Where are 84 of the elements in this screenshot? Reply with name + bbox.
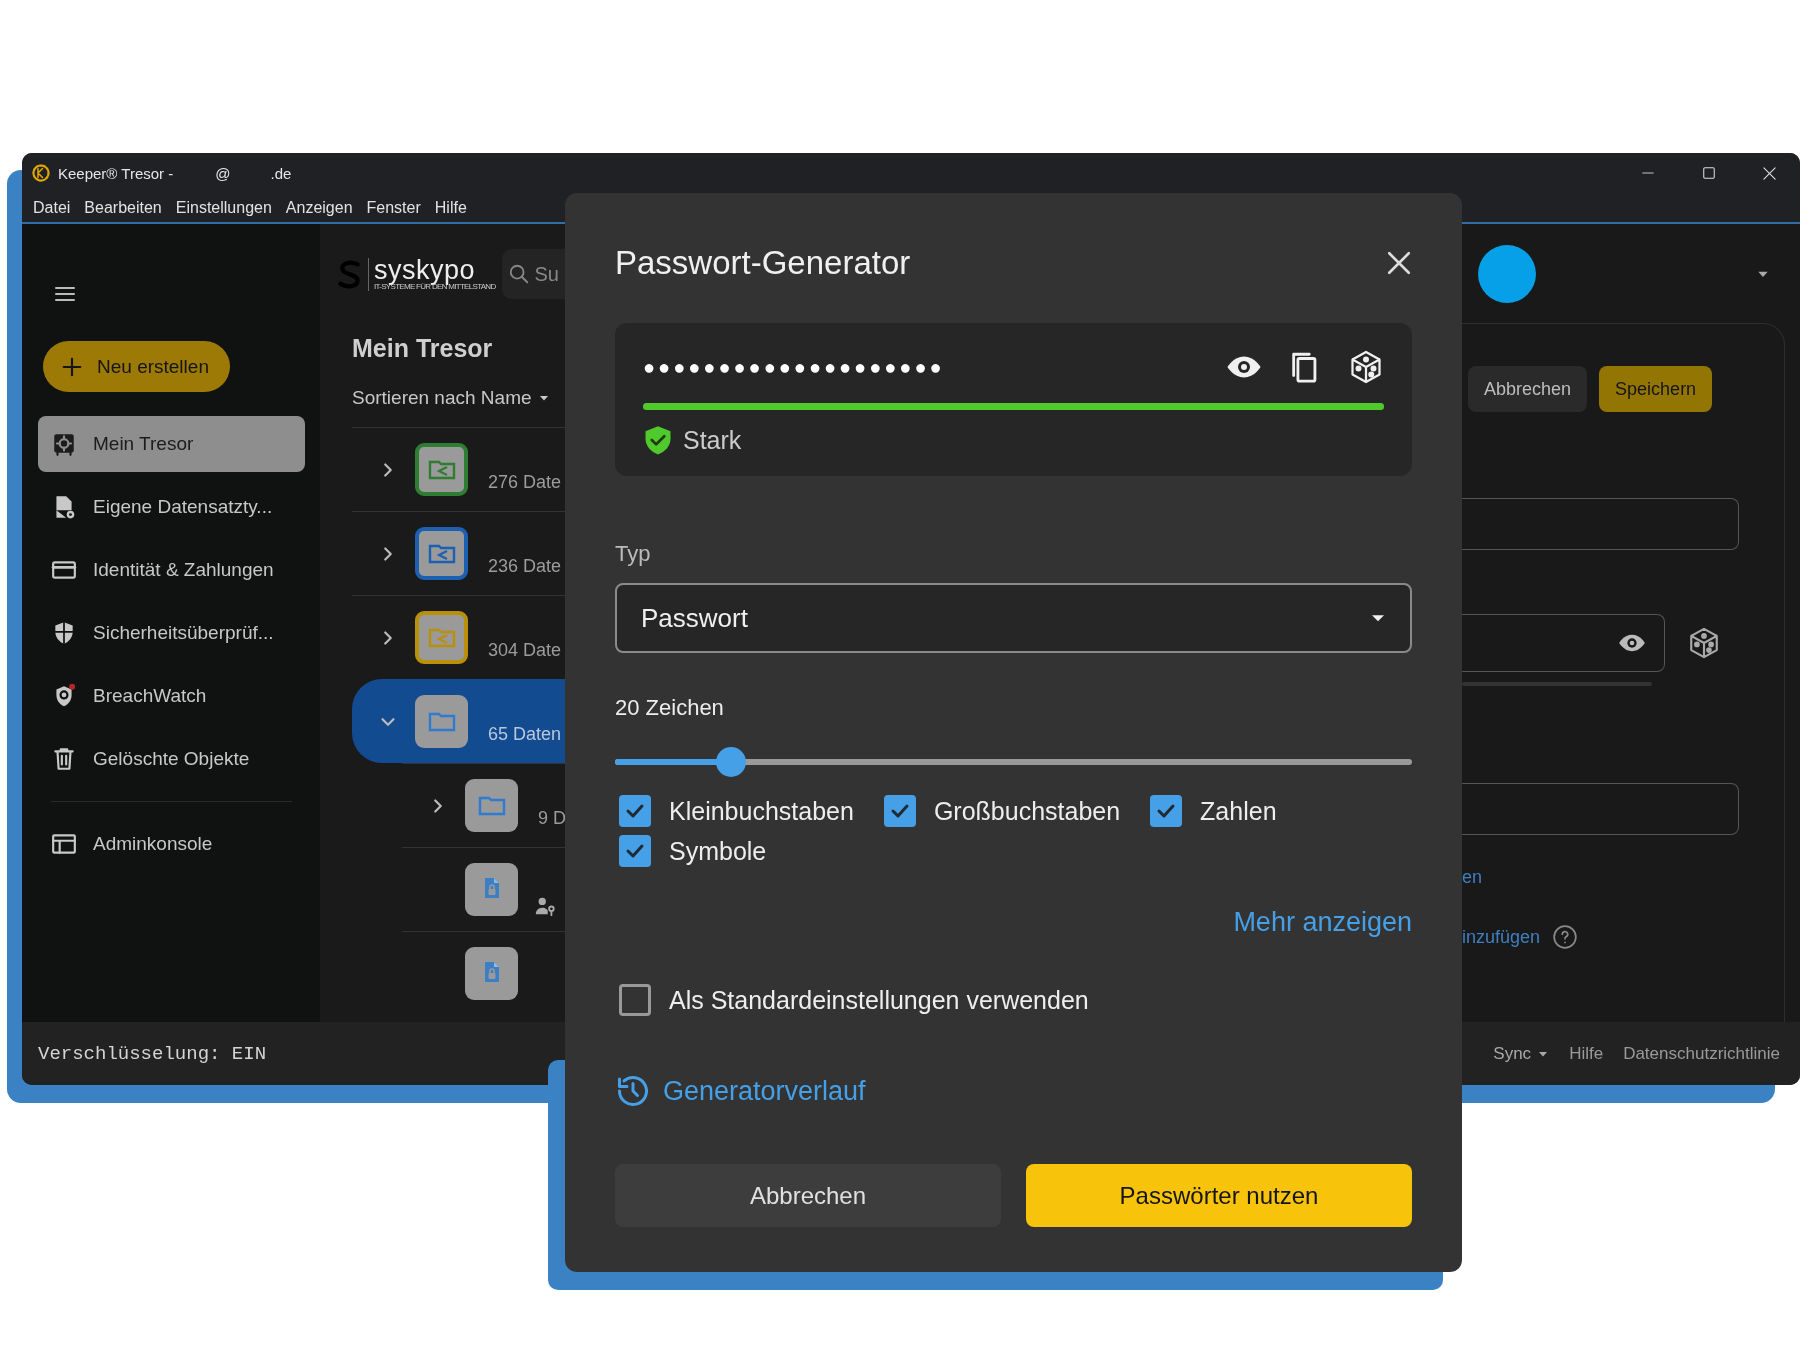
plus-icon [61, 355, 83, 378]
close-icon [1762, 165, 1777, 181]
sidebar-item[interactable]: BreachWatch [38, 668, 305, 724]
history-link[interactable]: Generatorverlauf [663, 1075, 866, 1107]
maximize-icon [1701, 166, 1716, 180]
vault-heading: Mein Tresor [352, 334, 494, 363]
sync-button[interactable]: Sync [1493, 1043, 1550, 1064]
document-lock-icon [465, 863, 518, 916]
vault-row[interactable]: 304 Date [352, 595, 565, 679]
encryption-status: Verschlüsselung: EIN [38, 1042, 267, 1065]
field-label: Typ [615, 541, 652, 567]
window-title: Keeper® Tresor - [58, 164, 174, 182]
use-passwords-button[interactable]: Passwörter nutzen [1026, 1164, 1412, 1227]
sidebar-item[interactable]: Adminkonsole [38, 816, 305, 872]
logo-mark-icon [336, 259, 362, 289]
menu-item[interactable]: Anzeigen [278, 198, 360, 217]
checkbox-label: Symbole [669, 836, 767, 866]
record-count: 276 Date [488, 472, 562, 493]
search-field[interactable]: Su [501, 249, 565, 299]
sort-dropdown[interactable]: Sortieren nach Name [352, 387, 565, 409]
help-link[interactable]: Hilfe [1569, 1043, 1604, 1064]
trash-icon [51, 746, 77, 772]
checkbox[interactable] [883, 795, 916, 827]
link[interactable]: inzufügen [1462, 926, 1541, 948]
type-dropdown[interactable]: Passwort [615, 583, 1412, 653]
dialog-title: Passwort-Generator [615, 244, 911, 282]
close-icon [1386, 250, 1412, 276]
avatar[interactable] [1478, 244, 1536, 303]
privacy-link[interactable]: Datenschutzrichtlinie [1623, 1043, 1780, 1064]
folder-icon [465, 779, 518, 832]
menu-item[interactable]: Bearbeiten [77, 198, 169, 217]
checkbox[interactable] [619, 984, 651, 1016]
new-button[interactable]: Neu erstellen [43, 341, 230, 392]
checkbox[interactable] [1150, 795, 1183, 827]
checkbox[interactable] [619, 835, 651, 867]
link[interactable]: en [1462, 867, 1739, 888]
length-slider[interactable] [615, 747, 1412, 777]
document-lock-icon [465, 947, 518, 1000]
record-count: 9 D [538, 808, 565, 829]
password-value: ●●●●●●●●●●●●●●●●●●●● [643, 355, 946, 379]
show-more-link[interactable]: Mehr anzeigen [1233, 907, 1412, 938]
folder-icon [415, 695, 468, 748]
cancel-button[interactable]: Abbrechen [615, 1164, 1001, 1227]
vault-row[interactable]: 65 Daten [352, 679, 565, 763]
sidebar-item[interactable]: Mein Tresor [38, 416, 305, 472]
search-icon [507, 263, 530, 285]
input-field[interactable] [1462, 498, 1739, 550]
password-field[interactable] [1462, 614, 1665, 672]
menu-item[interactable]: Einstellungen [168, 198, 279, 217]
menu-item[interactable]: Fenster [359, 198, 428, 217]
vault-icon [51, 431, 77, 457]
sidebar-item[interactable]: Identität & Zahlungen [38, 542, 305, 598]
window-title: .de [270, 164, 292, 182]
window-title: @ [215, 164, 231, 182]
person-key-icon [534, 895, 556, 917]
checkbox-label: Zahlen [1200, 796, 1277, 826]
history-icon [615, 1073, 651, 1109]
sidebar-item[interactable]: Eigene Datensatzty... [38, 479, 305, 535]
checkbox[interactable] [619, 795, 651, 827]
close-button[interactable] [1386, 250, 1412, 276]
length-label: 20 Zeichen [615, 695, 725, 721]
strength-label: Stark [683, 425, 742, 455]
checkbox-label: Als Standardeinstellungen verwenden [669, 985, 1089, 1015]
sidebar-item[interactable]: Gelöschte Objekte [38, 731, 305, 787]
record-count: 236 Date [488, 556, 562, 577]
cancel-button[interactable]: Abbrechen [1468, 366, 1588, 412]
record-count: 65 Daten [488, 724, 562, 745]
dice-icon [1348, 349, 1384, 385]
checkbox-label: Großbuchstaben [933, 796, 1121, 826]
record-count: 304 Date [488, 640, 562, 661]
vault-row[interactable]: 276 Date [352, 427, 565, 511]
help-icon [1552, 924, 1579, 950]
menu-item[interactable]: Hilfe [427, 198, 474, 217]
vault-row[interactable]: 236 Date [352, 511, 565, 595]
checkbox-label: Kleinbuchstaben [669, 796, 854, 826]
vault-row[interactable]: 9 D [402, 763, 565, 847]
dice-icon [1687, 626, 1721, 660]
save-button[interactable]: Speichern [1599, 366, 1713, 412]
menu-item[interactable]: Datei [26, 198, 78, 217]
layout-icon [51, 831, 77, 857]
sidebar-item[interactable]: Sicherheitsüberprüf... [38, 605, 305, 661]
keeper-logo-icon [32, 164, 50, 182]
shield-check-icon [643, 424, 673, 456]
input-field[interactable] [1462, 783, 1739, 835]
